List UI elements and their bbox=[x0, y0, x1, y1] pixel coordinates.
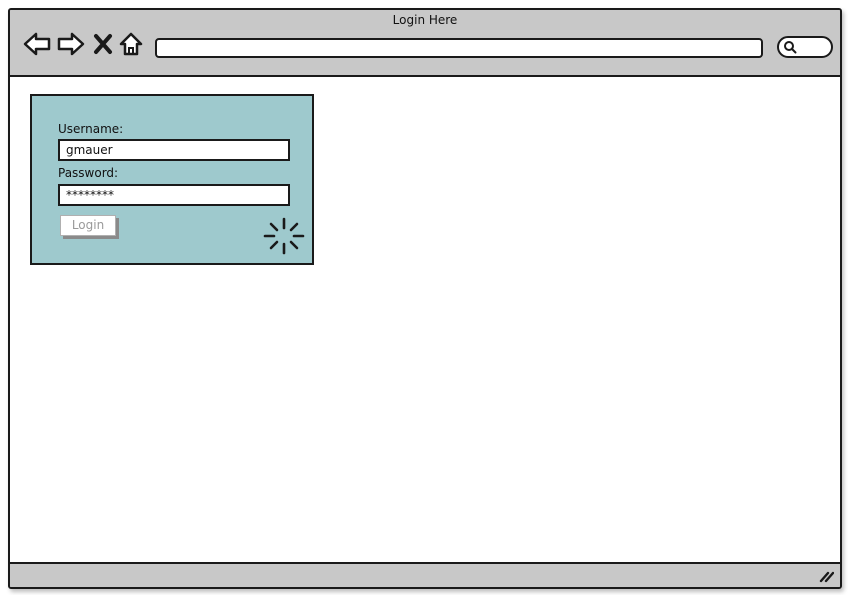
browser-toolbar: Login Here bbox=[10, 10, 840, 77]
forward-button[interactable] bbox=[56, 30, 86, 58]
username-field[interactable]: gmauer bbox=[58, 139, 290, 161]
back-arrow-icon bbox=[23, 32, 51, 56]
close-icon bbox=[94, 34, 112, 54]
loading-spinner-icon bbox=[263, 217, 305, 255]
browser-window: Login Here Username: gmauer Password: **… bbox=[8, 8, 842, 589]
forward-arrow-icon bbox=[57, 32, 85, 56]
password-label: Password: bbox=[58, 166, 119, 180]
window-title: Login Here bbox=[392, 13, 458, 27]
username-label: Username: bbox=[58, 122, 124, 136]
home-icon bbox=[119, 32, 143, 56]
home-button[interactable] bbox=[118, 30, 144, 58]
login-panel: Username: gmauer Password: ******** Logi… bbox=[30, 94, 314, 265]
back-button[interactable] bbox=[22, 30, 52, 58]
status-bar bbox=[10, 562, 840, 587]
login-button[interactable]: Login bbox=[60, 215, 116, 236]
password-field[interactable]: ******** bbox=[58, 184, 290, 206]
resize-grip-icon[interactable] bbox=[818, 569, 834, 583]
search-button[interactable] bbox=[777, 36, 833, 58]
address-bar[interactable] bbox=[155, 38, 763, 58]
search-icon bbox=[784, 41, 797, 54]
stop-button[interactable] bbox=[92, 30, 114, 58]
